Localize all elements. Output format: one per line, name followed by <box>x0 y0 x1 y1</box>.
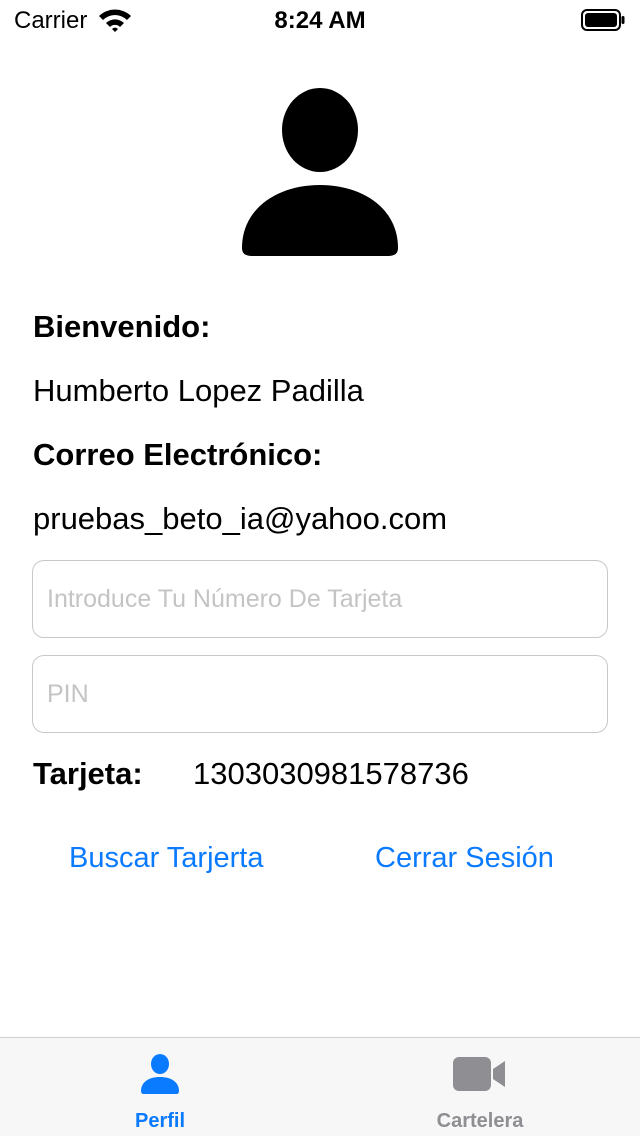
battery-icon <box>581 9 625 31</box>
tab-perfil-label: Perfil <box>134 1110 186 1132</box>
tab-cartelera[interactable]: Cartelera <box>320 1038 640 1137</box>
user-email: pruebas_beto_ia@yahoo.com <box>33 501 448 536</box>
card-label: Tarjeta: <box>33 756 143 791</box>
status-bar: Carrier 8:24 AM <box>0 0 640 40</box>
tab-perfil[interactable]: Perfil <box>0 1038 320 1137</box>
welcome-label: Bienvenido: <box>33 309 211 344</box>
avatar-person-icon <box>242 88 398 256</box>
search-card-button[interactable]: Buscar Tarjerta <box>69 842 264 875</box>
pin-input[interactable] <box>32 655 608 733</box>
video-camera-icon <box>453 1057 505 1091</box>
person-icon <box>141 1054 179 1094</box>
status-time: 8:24 AM <box>274 7 366 34</box>
card-number: 1303030981578736 <box>193 756 469 791</box>
user-name: Humberto Lopez Padilla <box>33 373 364 408</box>
logout-button[interactable]: Cerrar Sesión <box>375 842 554 875</box>
tab-cartelera-label: Cartelera <box>436 1110 524 1132</box>
tab-bar: Perfil Cartelera <box>0 1037 640 1136</box>
email-label: Correo Electrónico: <box>33 437 323 472</box>
card-number-input[interactable] <box>32 560 608 638</box>
